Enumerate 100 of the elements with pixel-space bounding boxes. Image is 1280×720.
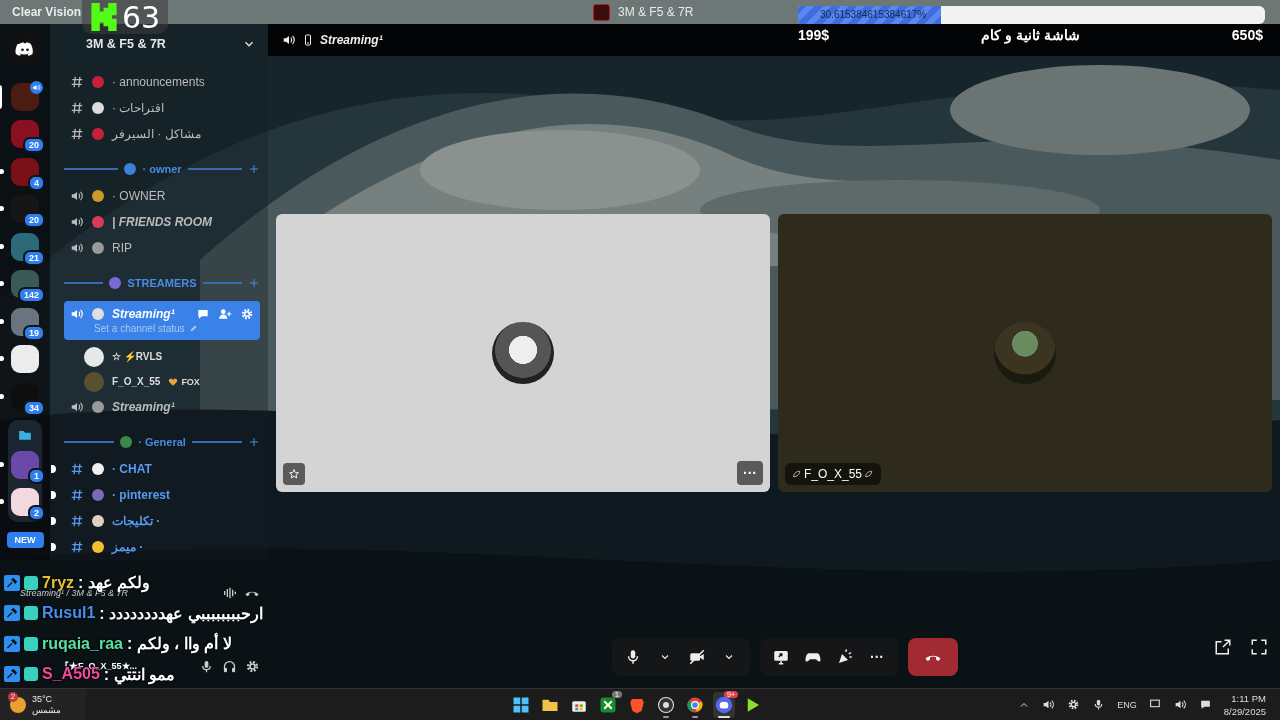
text-channel[interactable]: مشاكل · السيرفر <box>64 121 260 147</box>
window-title: 3M & F5 & 7R <box>618 5 694 19</box>
unread-indicator <box>51 517 56 525</box>
voice-channel[interactable]: RIP <box>64 235 260 261</box>
voice-member[interactable]: ☆ ⚡RVLS <box>64 344 260 369</box>
notification-icon[interactable] <box>1198 698 1212 711</box>
server-icon <box>593 3 610 21</box>
text-channel[interactable]: · pinterest <box>64 482 260 508</box>
server-icon[interactable] <box>11 157 39 186</box>
mention-count-badge: 20 <box>23 137 45 153</box>
hash-icon <box>70 540 84 554</box>
more-button[interactable]: ··· <box>864 642 890 672</box>
channel-name: Streaming¹ <box>112 400 175 414</box>
favorite-button[interactable] <box>283 463 305 485</box>
video-tile[interactable]: F_O_X_55 <box>778 214 1272 492</box>
video-tile[interactable]: ··· <box>276 214 770 492</box>
star-icon <box>288 468 300 480</box>
channel-name: · ميمز <box>112 540 144 554</box>
temperature: 35°C <box>32 693 54 705</box>
text-channel[interactable]: · CHAT <box>64 456 260 482</box>
voice-channel[interactable]: Streaming¹ <box>64 394 260 420</box>
unread-indicator <box>51 491 56 499</box>
volume-icon[interactable] <box>1042 698 1056 711</box>
leaf-icon <box>865 470 874 478</box>
notification-badge: 2 <box>8 691 18 702</box>
fullscreen-icon[interactable] <box>1250 638 1268 656</box>
server-icon[interactable] <box>11 488 39 516</box>
category-name[interactable]: STREAMERS <box>127 277 197 289</box>
add-user-icon[interactable] <box>218 307 232 321</box>
server-icon[interactable] <box>11 82 39 111</box>
windows-logo-icon <box>512 695 530 714</box>
microphone-icon[interactable] <box>199 658 214 674</box>
discord-logo-icon <box>15 39 35 59</box>
voice-channel[interactable]: Streaming¹ Set a channel status <box>64 301 260 340</box>
speaker-icon <box>70 241 84 255</box>
hash-icon <box>70 462 84 476</box>
language-indicator[interactable]: ENG <box>1117 699 1137 710</box>
clock[interactable]: 1:11 PM 8/29/2025 <box>1223 691 1266 718</box>
home-button[interactable] <box>10 34 40 64</box>
pop-out-icon[interactable] <box>1214 638 1232 656</box>
chat-username: Rusul1 <box>42 604 96 623</box>
voice-channel[interactable]: | FRIENDS ROOM <box>64 209 260 235</box>
text-channel[interactable]: · announcements <box>64 69 260 95</box>
channel-name: مشاكل · السيرفر <box>112 127 201 141</box>
settings-icon[interactable] <box>245 658 260 674</box>
channel-name: RIP <box>112 241 132 255</box>
text-channel[interactable]: اقتراحات · <box>64 95 260 121</box>
voice-activity-icon[interactable] <box>222 585 238 601</box>
date: 8/29/2025 <box>1223 704 1266 718</box>
channel-status-placeholder: Set a channel status <box>94 323 185 334</box>
channel-title: Streaming¹ <box>320 33 383 47</box>
more-button[interactable]: ··· <box>737 461 763 485</box>
hash-icon <box>70 488 84 502</box>
mention-count-badge: 2 <box>28 505 45 521</box>
text-channel[interactable]: · تكليجات <box>64 508 260 534</box>
goal-percent: 30.615384615384617% <box>820 9 927 20</box>
headphones-icon[interactable] <box>222 658 237 674</box>
hash-icon <box>70 75 84 89</box>
category-name[interactable]: · owner <box>142 163 182 175</box>
server-icon[interactable] <box>11 120 39 148</box>
record-icon <box>657 695 675 714</box>
server-icon[interactable] <box>11 451 39 479</box>
category-name[interactable]: · General <box>138 436 186 448</box>
leaf-icon <box>793 470 801 478</box>
mention-count-badge: 20 <box>23 212 45 228</box>
mention-count-badge: 142 <box>17 287 45 303</box>
channel-name: Streaming¹ <box>112 307 175 321</box>
server-icon[interactable] <box>11 345 39 373</box>
participant-name: F_O_X_55 <box>804 467 863 481</box>
volume-icon[interactable] <box>1173 698 1187 711</box>
hash-icon <box>70 101 84 115</box>
hash-icon <box>70 127 84 141</box>
voice-member[interactable]: F_O_X_55 FOX <box>64 369 260 394</box>
voice-channel[interactable]: · OWNER <box>64 183 260 209</box>
pencil-icon <box>188 324 198 333</box>
speaker-icon <box>70 189 84 203</box>
member-name: F_O_X_55 <box>112 376 161 387</box>
heart-icon <box>168 376 179 387</box>
time: 1:11 PM <box>1231 691 1266 705</box>
channel-name: · تكليجات <box>112 514 161 528</box>
add-channel-icon[interactable] <box>248 163 260 175</box>
chat-message: : ارحببببببببي عهدددددددد <box>99 603 263 623</box>
channel-name: · CHAT <box>112 462 152 476</box>
text-channel[interactable]: · ميمز <box>64 534 260 560</box>
server-icon[interactable] <box>11 382 39 411</box>
goal-start-amount: 199$ <box>798 27 830 43</box>
channel-name: · pinterest <box>112 488 170 502</box>
end-call-button[interactable] <box>908 638 958 676</box>
kick-logo-icon <box>90 3 118 31</box>
member-tag: FOX <box>181 376 200 387</box>
unread-indicator <box>51 543 56 551</box>
chat-badge <box>24 667 38 682</box>
add-channel-icon[interactable] <box>248 436 260 448</box>
brightness-icon[interactable] <box>1067 698 1081 711</box>
unread-indicator <box>51 465 56 473</box>
server-name: 3M & F5 & 7R <box>86 36 166 51</box>
speaker-icon <box>70 307 84 321</box>
member-name: ☆ ⚡RVLS <box>112 351 163 362</box>
chat-bubble-icon[interactable] <box>196 307 210 321</box>
new-button[interactable]: NEW <box>6 531 44 548</box>
